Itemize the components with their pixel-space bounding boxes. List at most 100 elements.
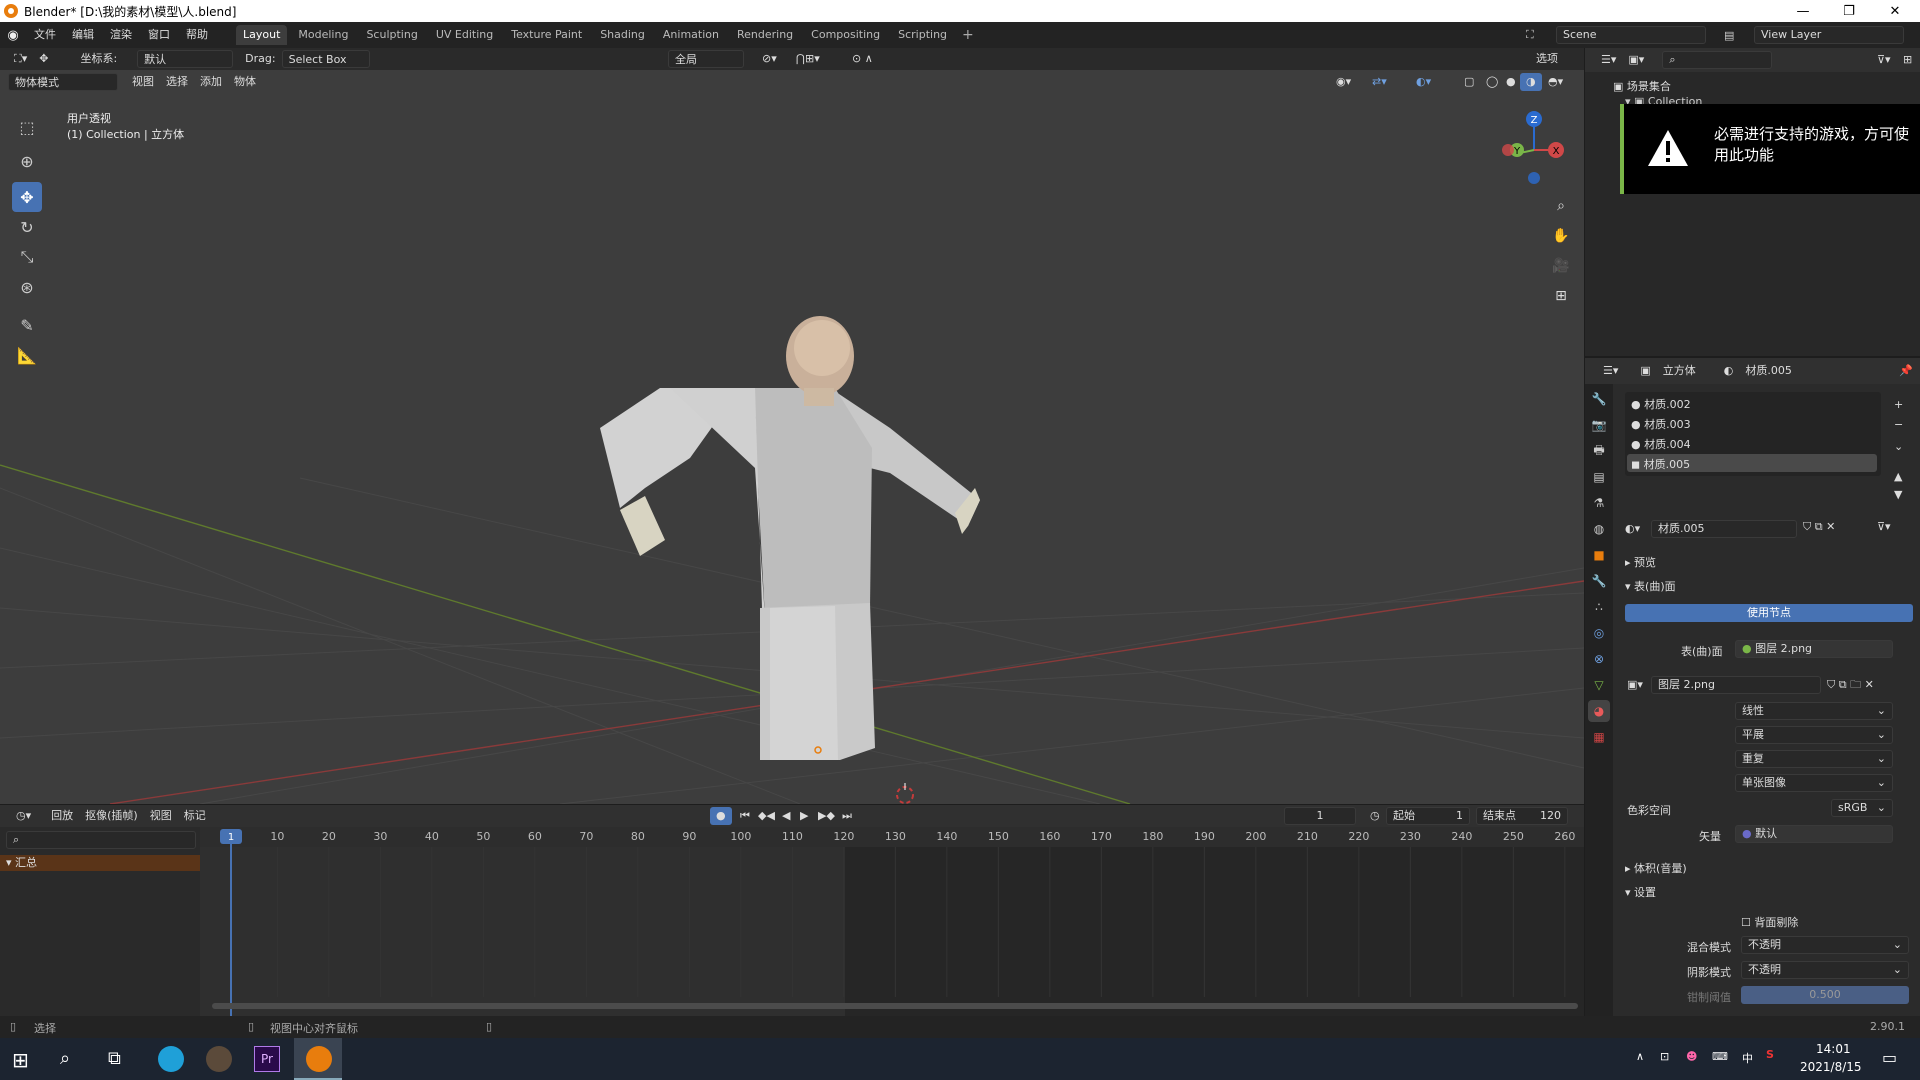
list-item[interactable]: ● 材质.004 — [1631, 436, 1691, 452]
scene-tab-icon[interactable]: ⚗ — [1588, 492, 1610, 514]
solid-shading-icon[interactable]: ● — [1500, 73, 1522, 91]
material-name-field[interactable]: 材质.005 — [1651, 520, 1797, 538]
constraints-tab-icon[interactable]: ⊗ — [1588, 648, 1610, 670]
pan-hand-icon[interactable]: ✋ — [1548, 223, 1574, 249]
section-surface[interactable]: ▾ 表(曲)面 — [1625, 578, 1676, 594]
grid-view-icon[interactable]: ⊞ — [1548, 283, 1574, 309]
tab-scripting[interactable]: Scripting — [891, 25, 954, 45]
browse-material-icon[interactable]: ⊽▾ — [1877, 520, 1891, 533]
tab-shading[interactable]: Shading — [593, 25, 652, 45]
tray-chevron-icon[interactable]: ∧ — [1636, 1050, 1644, 1063]
tool-tab-icon[interactable]: 🔧 — [1588, 388, 1610, 410]
menu-keying[interactable]: 抠像(插帧) — [79, 807, 144, 825]
material-browse-icon[interactable]: ◐▾ — [1625, 522, 1640, 535]
transform-icon[interactable]: ⊛ — [12, 272, 42, 302]
source-dropdown[interactable]: 单张图像 ⌄ — [1735, 774, 1893, 792]
tab-layout[interactable]: Layout — [236, 25, 288, 45]
notification-center-icon[interactable]: ▭ — [1882, 1048, 1897, 1067]
outliner-editor-icon[interactable]: ☰▾ — [1595, 51, 1622, 69]
3d-cursor[interactable] — [896, 783, 914, 804]
visibility-icon[interactable]: ◉▾ — [1330, 73, 1357, 91]
color-space-dropdown[interactable]: sRGB ⌄ — [1831, 799, 1893, 817]
timeline-editor-icon[interactable]: ◷▾ — [10, 807, 37, 825]
clip-threshold-slider[interactable]: 0.500 — [1741, 986, 1909, 1004]
world-tab-icon[interactable]: ◍ — [1588, 518, 1610, 540]
data-tab-icon[interactable]: ▽ — [1588, 674, 1610, 696]
tab-texture-paint[interactable]: Texture Paint — [504, 25, 589, 45]
move-tool-icon[interactable]: ✥ — [33, 50, 54, 68]
menu-help[interactable]: 帮助 — [178, 22, 216, 48]
image-actions-icon[interactable]: ⛉ ⧉ 🗀 ✕ — [1827, 676, 1874, 695]
premiere-icon[interactable]: Pr — [254, 1046, 280, 1072]
move-icon[interactable]: ✥ — [12, 182, 42, 212]
timeline-area[interactable]: 10 20 30 40 50 60 70 80 90 100 110 120 130 140 150 160 1… — [200, 827, 1584, 1016]
object-tab-icon[interactable]: ■ — [1588, 544, 1610, 566]
physics-tab-icon[interactable]: ◎ — [1588, 622, 1610, 644]
clock-date[interactable]: 2021/8/15 — [1800, 1060, 1862, 1074]
annotate-icon[interactable]: ✎ — [12, 310, 42, 340]
summary-channel[interactable]: ▾ 汇总 — [0, 855, 200, 871]
app-icon[interactable] — [206, 1046, 232, 1072]
menu-add[interactable]: 添加 — [194, 73, 228, 91]
restore-icon[interactable]: ❐ — [1826, 0, 1872, 22]
mode-dropdown[interactable]: 物体模式 — [8, 73, 118, 91]
tray-character-icon[interactable]: ☻ — [1686, 1050, 1697, 1063]
clock-time[interactable]: 14:01 — [1816, 1042, 1851, 1056]
menu-playback[interactable]: 回放 — [45, 807, 79, 825]
material-tab-icon[interactable]: ◕ — [1588, 700, 1610, 722]
proportional-edit-icon[interactable]: ⊙ ∧ — [846, 50, 879, 68]
fake-user-icon[interactable]: ⛉ ⧉ ✕ — [1803, 520, 1835, 534]
scene-field[interactable]: Scene — [1556, 26, 1706, 44]
section-preview[interactable]: ▸ 预览 — [1625, 554, 1656, 570]
camera-view-icon[interactable]: 🎥 — [1548, 253, 1574, 279]
menu-edit[interactable]: 编辑 — [64, 22, 102, 48]
measure-icon[interactable]: 📐 — [12, 340, 42, 370]
navigation-gizmo[interactable]: Z X Y — [1502, 111, 1564, 184]
surface-shader-field[interactable]: ● 图层 2.png — [1735, 640, 1893, 658]
texture-tab-icon[interactable]: ▦ — [1588, 726, 1610, 748]
view-layer-tab-icon[interactable]: ▤ — [1588, 466, 1610, 488]
character-mesh[interactable] — [600, 316, 980, 760]
list-item[interactable]: ● 材质.002 — [1631, 396, 1691, 412]
snap-icon[interactable]: ⊘▾ — [756, 50, 783, 68]
blender-menu-icon[interactable]: ◉ — [0, 28, 26, 43]
pin-icon[interactable]: 📌 — [1893, 362, 1919, 380]
view-layer-field[interactable]: View Layer — [1754, 26, 1904, 44]
section-settings[interactable]: ▾ 设置 — [1625, 884, 1656, 900]
view-layer-icon[interactable]: ▤ — [1724, 29, 1734, 42]
outliner-search-icon[interactable]: ⌕ — [1662, 51, 1773, 69]
add-slot-icon[interactable]: + — [1894, 398, 1903, 411]
menu-render[interactable]: 渲染 — [102, 22, 140, 48]
slot-menu-icon[interactable]: ⌄ — [1894, 440, 1903, 453]
cursor-tool-icon[interactable]: ⊕ — [12, 146, 42, 176]
backface-culling-checkbox[interactable]: ☐ 背面剔除 — [1741, 914, 1798, 930]
timeline-scrollbar[interactable] — [212, 1003, 1578, 1009]
orientation-dropdown[interactable]: 默认 — [137, 50, 234, 68]
scale-icon[interactable]: ⤡ — [12, 242, 42, 272]
material-shading-icon[interactable]: ◑ — [1520, 73, 1542, 91]
preview-range-icon[interactable]: ◷ — [1364, 807, 1386, 825]
minimize-icon[interactable]: — — [1780, 0, 1826, 22]
current-frame-field[interactable]: 1 — [1284, 807, 1356, 825]
output-tab-icon[interactable]: 🖶 — [1588, 440, 1610, 462]
edge-browser-icon[interactable] — [158, 1046, 184, 1072]
add-workspace-icon[interactable]: + — [956, 27, 980, 43]
remove-slot-icon[interactable]: − — [1894, 418, 1903, 431]
end-frame-field[interactable]: 结束点 120 — [1476, 807, 1568, 825]
rendered-shading-icon[interactable]: ◓▾ — [1542, 73, 1569, 91]
notification-toast[interactable]: 必需进行支持的游戏，方可使用此功能 — [1620, 104, 1920, 194]
keyboard-icon[interactable]: ⌨ — [1712, 1050, 1728, 1063]
3d-viewport[interactable]: Z X Y ⛶▾ ✥ 坐标系: 默认 Drag: Select Box 全局 ⊘… — [0, 48, 1584, 804]
record-icon[interactable]: ● — [710, 807, 732, 825]
menu-view[interactable]: 视图 — [126, 73, 160, 91]
properties-editor-icon[interactable]: ☰▾ — [1597, 362, 1624, 380]
particles-tab-icon[interactable]: ∴ — [1588, 596, 1610, 618]
outliner[interactable]: ☰▾ ▣▾ ⌕ ⊽▾ ⊞ ▣ 场景集合 ▾ ▣ Collection — [1585, 48, 1920, 356]
channel-search-icon[interactable]: ⌕ — [6, 831, 196, 849]
windows-start-icon[interactable]: ⊞ — [12, 1048, 29, 1072]
tab-sculpting[interactable]: Sculpting — [359, 25, 424, 45]
options-dropdown[interactable]: 选项 — [1530, 50, 1564, 68]
list-item-active[interactable]: ◼ 材质.005 — [1627, 454, 1877, 472]
timeline[interactable]: ◷▾ 回放 抠像(插帧) 视图 标记 ● ⏮ ◆◀ ◀ ▶ ▶◆ ⏭ 1 ◷ 起… — [0, 805, 1584, 1016]
magnet-icon[interactable]: ⋂⊞▾ — [790, 50, 826, 68]
